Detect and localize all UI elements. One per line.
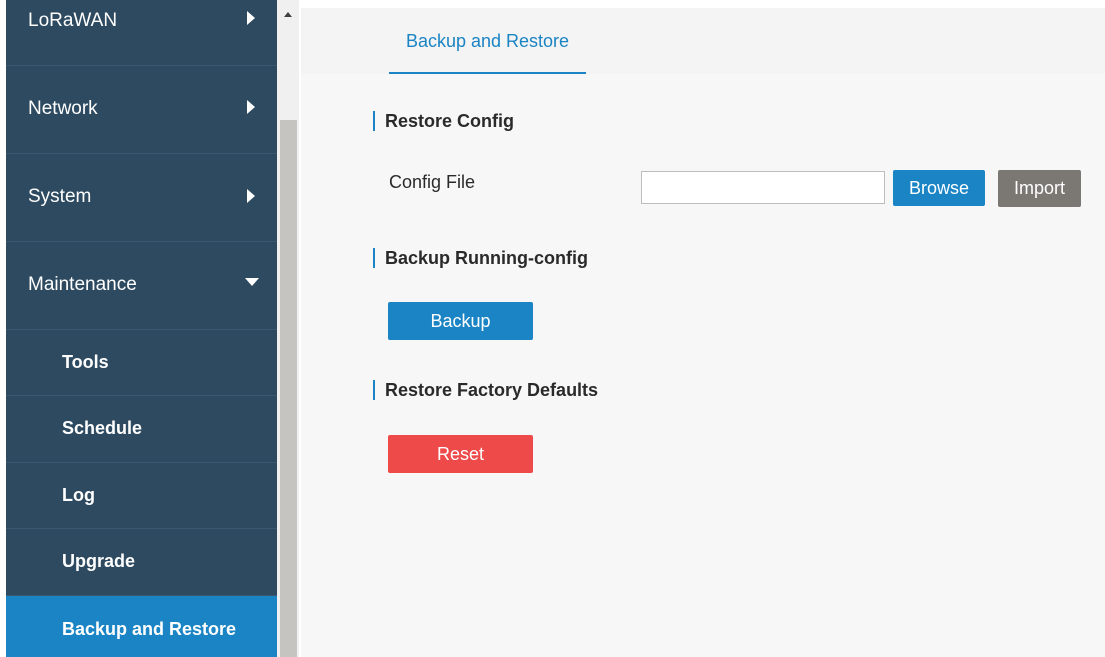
section-title-restore-factory-defaults: Restore Factory Defaults (373, 380, 598, 400)
sidebar-item-label: Maintenance (28, 274, 137, 295)
browse-button[interactable]: Browse (893, 170, 985, 206)
sidebar-subitem-upgrade[interactable]: Upgrade (6, 529, 277, 596)
config-file-input[interactable] (641, 171, 885, 204)
sidebar-item-maintenance[interactable]: Maintenance (6, 242, 277, 330)
sidebar-subitem-label: Log (62, 485, 95, 505)
sidebar-scrollbar[interactable] (277, 0, 299, 657)
sidebar-item-lorawan[interactable]: LoRaWAN (6, 0, 277, 66)
sidebar-subitem-backup-and-restore[interactable]: Backup and Restore (6, 596, 277, 657)
chevron-right-icon (247, 11, 255, 25)
section-title-backup-running-config: Backup Running-config (373, 248, 588, 268)
sidebar-item-label: Network (28, 98, 98, 119)
tab-bar: Backup and Restore (301, 8, 1105, 74)
sidebar-subitem-label: Tools (62, 352, 109, 372)
sidebar-item-system[interactable]: System (6, 154, 277, 242)
sidebar-subitem-label: Backup and Restore (62, 619, 237, 639)
section-title-restore-config: Restore Config (373, 111, 514, 131)
config-file-label: Config File (389, 172, 476, 192)
sidebar-item-label: LoRaWAN (28, 10, 118, 31)
sidebar-subitem-tools[interactable]: Tools (6, 330, 277, 396)
sidebar-subitem-label: Schedule (62, 418, 143, 438)
main-content: Restore Config Config File Browse Import… (301, 74, 1105, 657)
reset-button[interactable]: Reset (388, 435, 533, 473)
sidebar-subitem-log[interactable]: Log (6, 463, 277, 529)
scroll-up-arrow-icon[interactable] (284, 12, 292, 17)
sidebar-subitem-label: Upgrade (62, 551, 136, 571)
scrollbar-thumb[interactable] (280, 120, 297, 657)
chevron-down-icon (245, 278, 259, 286)
sidebar: LoRaWAN Network System Maintenance Tools… (6, 0, 277, 657)
chevron-right-icon (247, 100, 255, 114)
tab-backup-and-restore[interactable]: Backup and Restore (389, 8, 586, 74)
sidebar-subitem-schedule[interactable]: Schedule (6, 396, 277, 463)
chevron-right-icon (247, 189, 255, 203)
backup-button[interactable]: Backup (388, 302, 533, 340)
sidebar-item-label: System (28, 186, 92, 207)
import-button[interactable]: Import (998, 170, 1081, 207)
sidebar-item-network[interactable]: Network (6, 66, 277, 154)
